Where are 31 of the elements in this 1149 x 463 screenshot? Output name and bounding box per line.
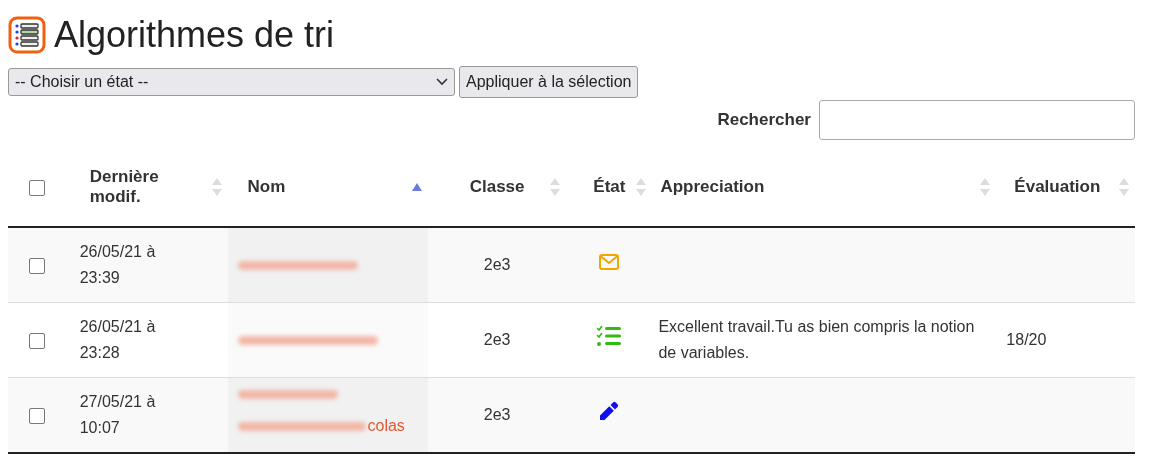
date-cell-text: 26/05/21 à 23:28 [79,316,157,363]
search-field[interactable] [819,100,1135,140]
appreciation-text: Excellent travail.Tu as bien compris la notion de variables. [658,317,975,361]
sort-icon[interactable] [550,178,561,196]
apply-button[interactable]: Appliquer à la sélection [459,66,639,98]
list-icon [8,16,46,54]
search-label: Rechercher [717,110,811,130]
row-checkbox[interactable] [28,407,45,424]
sort-icon[interactable] [636,178,647,196]
column-header[interactable]: Évaluation [1014,177,1101,197]
chevron-down-icon [436,78,448,86]
state-dropdown[interactable]: -- Choisir un état -- [8,68,455,96]
class-cell: 2e3 [483,330,511,348]
sort-icon[interactable] [1119,178,1129,196]
row-checkbox[interactable] [28,332,45,349]
date-cell-text: 26/05/21 à 23:39 [79,241,157,288]
select-all-checkbox[interactable] [28,179,45,196]
sort-ascending-icon[interactable] [411,183,422,191]
grade-cell: 18/20 [1006,330,1047,348]
class-cell: 2e3 [483,255,511,273]
column-header[interactable]: Nom [247,177,286,197]
page-title: Algorithmes de tri [54,14,335,56]
column-header[interactable]: Classe [469,177,525,197]
sort-icon[interactable] [211,178,222,196]
column-header[interactable]: Appreciation [660,177,765,197]
column-header[interactable]: État [593,177,626,197]
column-header[interactable]: Dernière modif. [89,167,180,207]
row-checkbox[interactable] [28,257,45,274]
date-cell-text: 27/05/21 à 10:07 [79,391,157,438]
class-cell: 2e3 [483,405,511,423]
sort-icon[interactable] [980,178,991,196]
